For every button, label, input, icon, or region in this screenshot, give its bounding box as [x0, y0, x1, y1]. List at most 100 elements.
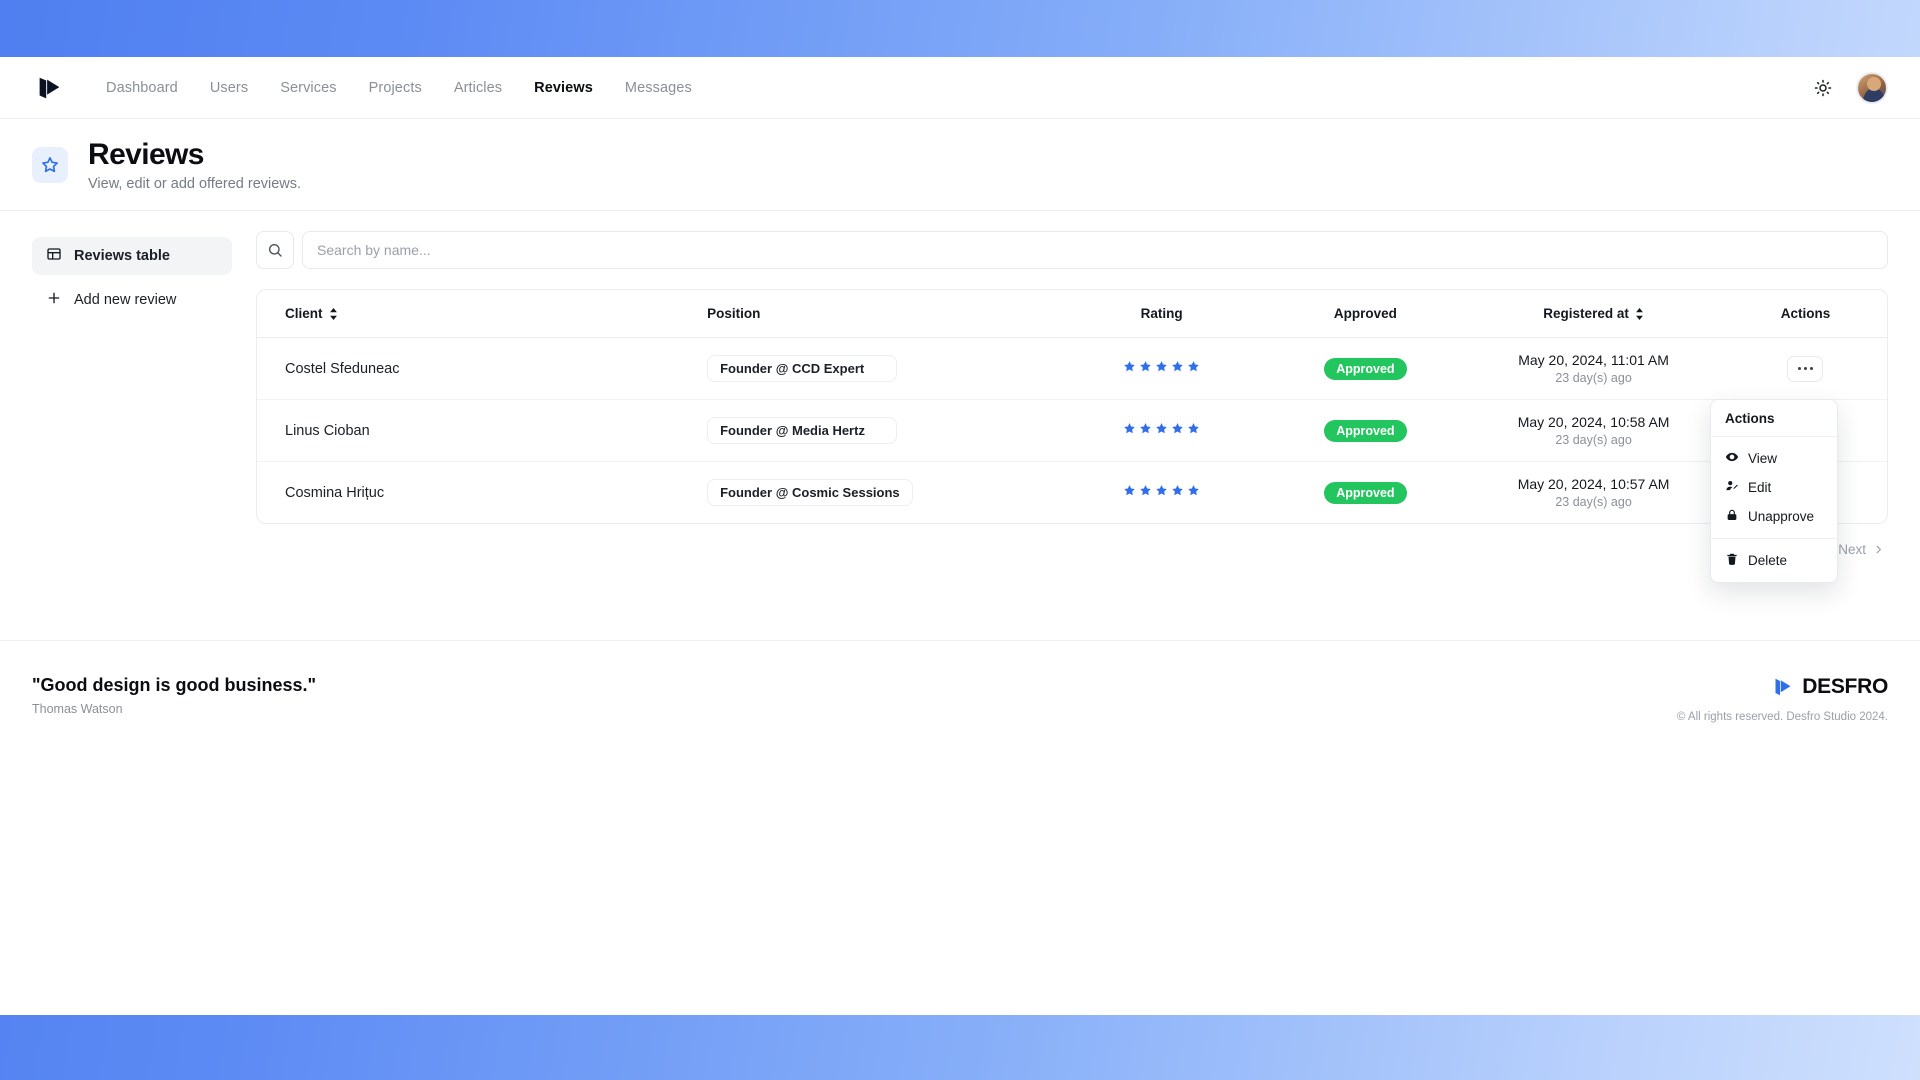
- search-input[interactable]: [302, 231, 1888, 269]
- nav-link-projects[interactable]: Projects: [353, 74, 438, 102]
- registered-date: May 20, 2024, 11:01 AM: [1518, 352, 1669, 368]
- menu-item-unapprove[interactable]: Unapprove: [1711, 502, 1837, 531]
- nav-link-messages[interactable]: Messages: [609, 74, 708, 102]
- star-icon: [1156, 361, 1167, 372]
- search-row: [256, 231, 1888, 269]
- column-header-actions-label: Actions: [1780, 306, 1831, 321]
- sidebar-item-add-new-review[interactable]: Add new review: [32, 281, 232, 319]
- column-header-registered-at[interactable]: Registered at: [1463, 290, 1724, 338]
- cell-rating: [1055, 337, 1268, 400]
- cell-actions: [1723, 337, 1887, 400]
- column-header-actions: Actions: [1723, 290, 1887, 338]
- cell-registered-at: May 20, 2024, 11:01 AM 23 day(s) ago: [1463, 337, 1724, 400]
- footer-brand: DESFRO: [1677, 675, 1888, 699]
- avatar[interactable]: [1856, 71, 1888, 104]
- menu-item-view[interactable]: View: [1711, 444, 1837, 473]
- nav-link-reviews[interactable]: Reviews: [518, 74, 609, 102]
- star-icon: [1188, 361, 1199, 372]
- registered-ago: 23 day(s) ago: [1555, 433, 1632, 447]
- table-head: Client Position Rating Approved Register…: [257, 290, 1887, 338]
- star-icon: [1156, 485, 1167, 496]
- row-actions-button[interactable]: [1787, 355, 1824, 382]
- table-body: Costel Sfeduneac Founder @ CCD Expert Ap…: [257, 337, 1887, 524]
- column-header-client-label: Client: [285, 306, 323, 321]
- star-icon: [1172, 361, 1183, 372]
- column-header-rating-label: Rating: [1140, 306, 1183, 321]
- menu-item-label: View: [1748, 451, 1778, 466]
- cell-rating: [1055, 399, 1268, 462]
- nav-right-group: [1808, 71, 1888, 104]
- sidebar-item-reviews-table[interactable]: Reviews table: [32, 237, 232, 275]
- desfro-logo-icon: [1775, 678, 1791, 696]
- star-icon: [1172, 485, 1183, 496]
- table-icon: [46, 246, 62, 266]
- star-icon: [32, 146, 68, 183]
- status-badge: Approved: [1324, 357, 1407, 380]
- table-header-row: Client Position Rating Approved Register…: [257, 290, 1887, 338]
- cell-client: Cosmina Hrițuc: [285, 484, 385, 501]
- next-page-button[interactable]: Next: [1838, 542, 1884, 557]
- star-icon: [1140, 423, 1151, 434]
- content-area: Client Position Rating: [232, 231, 1888, 557]
- cell-approved: Approved: [1268, 462, 1464, 524]
- star-icon: [1140, 485, 1151, 496]
- menu-item-label: Unapprove: [1748, 509, 1815, 524]
- eye-icon: [1725, 450, 1739, 467]
- menu-item-delete[interactable]: Delete: [1711, 546, 1837, 575]
- column-header-client[interactable]: Client: [257, 290, 698, 338]
- menu-item-label: Delete: [1748, 553, 1788, 568]
- star-icon: [1172, 423, 1183, 434]
- page-header: Reviews View, edit or add offered review…: [0, 119, 1920, 211]
- column-header-approved: Approved: [1267, 290, 1464, 338]
- table-row: Costel Sfeduneac Founder @ CCD Expert Ap…: [257, 337, 1887, 400]
- sidebar: Reviews table Add new review: [32, 231, 232, 557]
- chevron-right-icon: [1876, 545, 1882, 554]
- page-body: Reviews table Add new review Search by n…: [0, 211, 1920, 557]
- search-icon[interactable]: [256, 231, 294, 269]
- actions-dropdown-menu: Actions View Edit Unapprove Delete: [1710, 399, 1838, 583]
- footer-copyright: © All rights reserved. Desfro Studio 202…: [1676, 711, 1888, 723]
- registered-ago: 23 day(s) ago: [1555, 495, 1632, 509]
- next-page-label: Next: [1838, 542, 1866, 557]
- actions-menu-group: Delete: [1711, 538, 1837, 582]
- cell-registered-at: May 20, 2024, 10:57 AM 23 day(s) ago: [1463, 462, 1724, 524]
- app-root: Dashboard Users Services Projects Articl…: [0, 0, 1920, 1080]
- nav-link-users[interactable]: Users: [194, 74, 264, 102]
- cell-position: Founder @ CCD Expert: [697, 337, 1056, 400]
- cell-position: Founder @ Media Hertz: [697, 399, 1056, 462]
- nav-links: Dashboard Users Services Projects Articl…: [90, 74, 708, 102]
- position-badge: Founder @ Media Hertz: [707, 417, 898, 444]
- rating-stars: [1123, 360, 1200, 373]
- page-subtitle: View, edit or add offered reviews.: [88, 175, 302, 192]
- table-row: Linus Cioban Founder @ Media Hertz Appro…: [257, 399, 1887, 462]
- cell-registered-at: May 20, 2024, 10:58 AM 23 day(s) ago: [1463, 399, 1724, 462]
- star-icon: [1140, 361, 1151, 372]
- footer-right: DESFRO © All rights reserved. Desfro Stu…: [1677, 675, 1888, 750]
- actions-menu-group: View Edit Unapprove: [1711, 437, 1837, 538]
- reviews-table: Client Position Rating Approved Register…: [256, 289, 1888, 524]
- sun-icon[interactable]: [1808, 73, 1838, 103]
- registered-date: May 20, 2024, 10:57 AM: [1517, 476, 1670, 492]
- page-title: Reviews: [88, 137, 204, 171]
- footer-left: "Good design is good business." Thomas W…: [32, 675, 316, 750]
- status-badge: Approved: [1324, 419, 1407, 442]
- footer: "Good design is good business." Thomas W…: [0, 640, 1920, 750]
- nav-link-articles[interactable]: Articles: [438, 74, 518, 102]
- top-navigation-bar: Dashboard Users Services Projects Articl…: [0, 57, 1920, 119]
- status-badge: Approved: [1324, 481, 1407, 504]
- footer-quote-author: Thomas Watson: [32, 702, 123, 716]
- column-header-position-label: Position: [707, 306, 761, 321]
- nav-link-dashboard[interactable]: Dashboard: [90, 74, 194, 102]
- pagination: Previous Next: [256, 542, 1888, 557]
- position-badge: Founder @ CCD Expert: [707, 355, 898, 382]
- cell-rating: [1056, 462, 1268, 524]
- menu-item-edit[interactable]: Edit: [1711, 473, 1837, 502]
- registered-date: May 20, 2024, 10:58 AM: [1517, 414, 1670, 430]
- table-row: Cosmina Hrițuc Founder @ Cosmic Sessions: [257, 462, 1887, 524]
- desfro-logo-icon[interactable]: [32, 71, 66, 105]
- footer-brand-name: DESFRO: [1802, 675, 1888, 698]
- star-icon: [1188, 423, 1199, 434]
- user-edit-icon: [1725, 479, 1739, 496]
- nav-link-services[interactable]: Services: [264, 74, 352, 102]
- star-icon: [1188, 485, 1199, 496]
